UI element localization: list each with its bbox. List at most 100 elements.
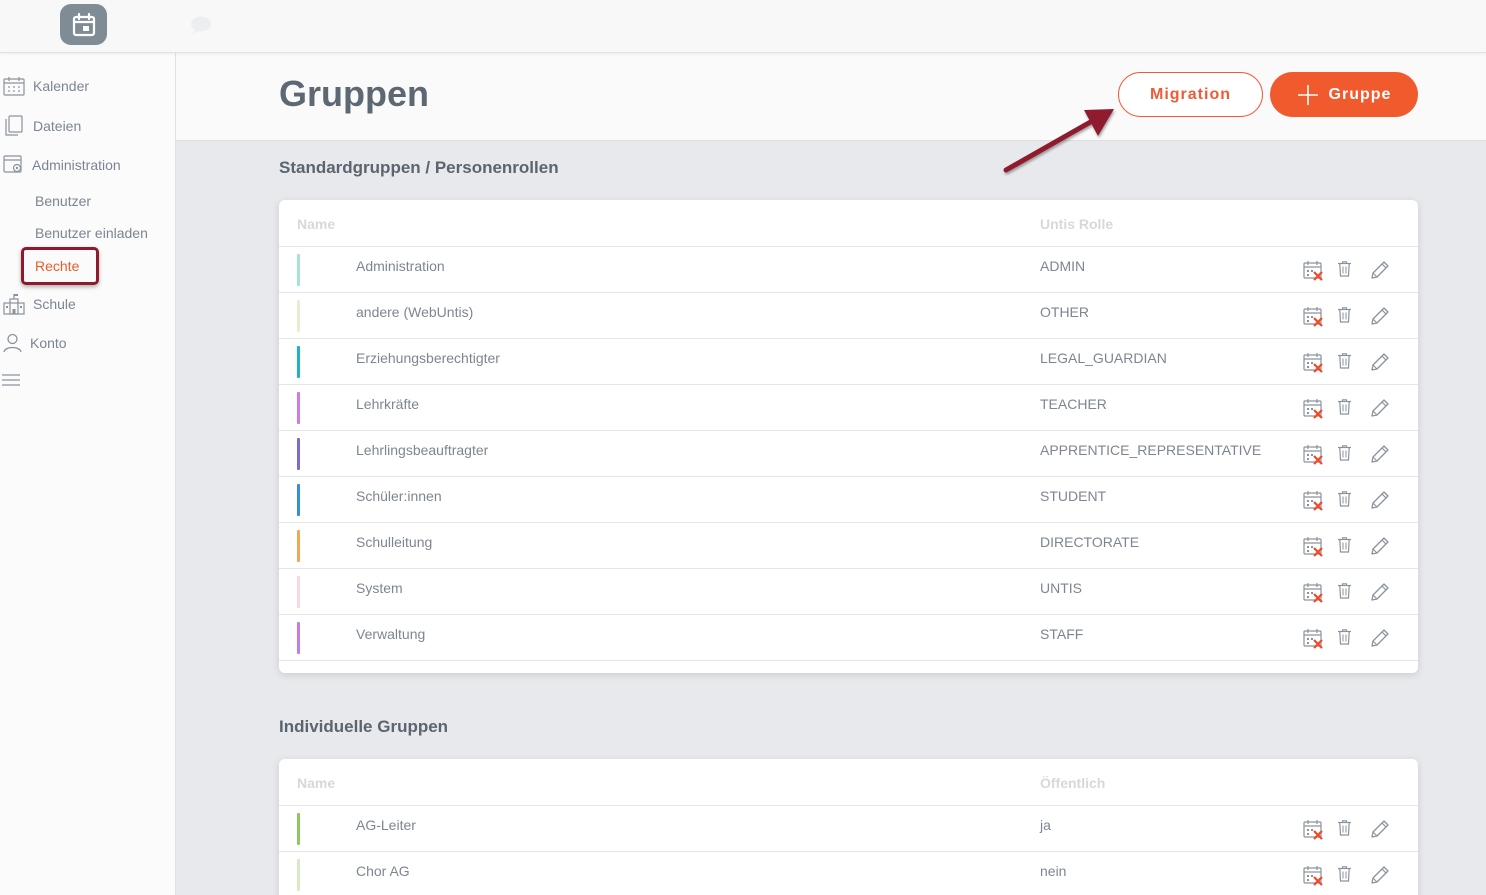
calendar-remove-icon[interactable]: [1303, 352, 1324, 373]
hamburger-icon[interactable]: [2, 374, 20, 386]
group-role: TEACHER: [1040, 396, 1107, 412]
migration-button-label: Migration: [1150, 85, 1231, 103]
trash-icon[interactable]: [1338, 629, 1351, 645]
admin-gear-icon: [3, 155, 22, 173]
sidebar-item-label: Dateien: [33, 117, 82, 134]
speech-bubble-icon[interactable]: [190, 15, 212, 35]
calendar-remove-icon[interactable]: [1303, 444, 1324, 465]
individual-groups-table: Name Öffentlich AG-Leiter ja Chor AG nei…: [279, 759, 1418, 895]
group-role: APPRENTICE_REPRESENTATIVE: [1040, 442, 1262, 458]
calendar-icon: [3, 77, 25, 96]
group-name: Erziehungsberechtigter: [356, 350, 500, 366]
pencil-icon[interactable]: [1370, 819, 1390, 839]
sidebar-item-schule[interactable]: Schule: [3, 293, 76, 315]
calendar-remove-icon[interactable]: [1303, 398, 1324, 419]
table-row[interactable]: Schulleitung DIRECTORATE: [279, 523, 1418, 569]
trash-icon[interactable]: [1338, 445, 1351, 461]
sidebar-subitem-benutzer[interactable]: Benutzer: [35, 193, 91, 209]
table-row[interactable]: Erziehungsberechtigter LEGAL_GUARDIAN: [279, 339, 1418, 385]
pencil-icon[interactable]: [1370, 260, 1390, 280]
plus-icon: [1297, 84, 1318, 105]
column-header-untis-role[interactable]: Untis Rolle: [1040, 216, 1113, 232]
calendar-remove-icon[interactable]: [1303, 536, 1324, 557]
group-color-bar: [297, 484, 300, 516]
pencil-icon[interactable]: [1370, 582, 1390, 602]
annotation-arrow: [1003, 109, 1114, 173]
group-name: Chor AG: [356, 863, 410, 879]
group-color-bar: [297, 392, 300, 424]
calendar-remove-icon[interactable]: [1303, 306, 1324, 327]
group-name: System: [356, 580, 403, 596]
pencil-icon[interactable]: [1370, 444, 1390, 464]
group-color-bar: [297, 530, 300, 562]
table-header: Name Öffentlich: [279, 759, 1418, 806]
standard-groups-title: Standardgruppen / Personenrollen: [279, 158, 559, 177]
sidebar-subitem-rechte[interactable]: Rechte: [35, 258, 79, 274]
group-role: nein: [1040, 863, 1067, 879]
group-role: ADMIN: [1040, 258, 1086, 274]
calendar-remove-icon[interactable]: [1303, 260, 1324, 281]
table-row[interactable]: Lehrlingsbeauftragter APPRENTICE_REPRESE…: [279, 431, 1418, 477]
pencil-icon[interactable]: [1370, 352, 1390, 372]
pencil-icon[interactable]: [1370, 536, 1390, 556]
group-role: LEGAL_GUARDIAN: [1040, 350, 1167, 366]
column-header-name[interactable]: Name: [297, 216, 335, 232]
calendar-remove-icon[interactable]: [1303, 628, 1324, 649]
calendar-remove-icon[interactable]: [1303, 490, 1324, 511]
group-name: Schulleitung: [356, 534, 433, 550]
group-color-bar: [297, 346, 300, 378]
table-row[interactable]: Lehrkräfte TEACHER: [279, 385, 1418, 431]
table-row[interactable]: andere (WebUntis) OTHER: [279, 293, 1418, 339]
group-role: STAFF: [1040, 626, 1084, 642]
pencil-icon[interactable]: [1370, 490, 1390, 510]
trash-icon[interactable]: [1338, 583, 1351, 599]
group-name: Administration: [356, 258, 445, 274]
group-color-bar: [297, 813, 300, 845]
group-role: DIRECTORATE: [1040, 534, 1140, 550]
calendar-remove-icon[interactable]: [1303, 819, 1324, 840]
pencil-icon[interactable]: [1370, 628, 1390, 648]
sidebar-item-label: Schule: [33, 296, 76, 312]
sidebar-item-administration[interactable]: Administration: [3, 154, 121, 175]
pencil-icon[interactable]: [1370, 865, 1390, 885]
sidebar-item-dateien[interactable]: Dateien: [4, 115, 81, 136]
group-name: Verwaltung: [356, 626, 426, 642]
table-row[interactable]: Administration ADMIN: [279, 247, 1418, 293]
group-color-bar: [297, 300, 300, 332]
sidebar-item-label: Administration: [32, 156, 121, 173]
page-header: Gruppen Migration Gruppe: [176, 53, 1486, 141]
calendar-remove-icon[interactable]: [1303, 865, 1324, 886]
table-row[interactable]: Verwaltung STAFF: [279, 615, 1418, 661]
group-role: STUDENT: [1040, 488, 1107, 504]
pencil-icon[interactable]: [1370, 398, 1390, 418]
trash-icon[interactable]: [1338, 491, 1351, 507]
trash-icon[interactable]: [1338, 537, 1351, 553]
trash-icon[interactable]: [1338, 307, 1351, 323]
trash-icon[interactable]: [1338, 399, 1351, 415]
table-row[interactable]: System UNTIS: [279, 569, 1418, 615]
trash-icon[interactable]: [1338, 353, 1351, 369]
column-header-public[interactable]: Öffentlich: [1040, 775, 1105, 791]
column-header-name[interactable]: Name: [297, 775, 335, 791]
group-role: UNTIS: [1040, 580, 1082, 596]
sidebar-item-kalender[interactable]: Kalender: [3, 76, 89, 96]
migration-button[interactable]: Migration: [1118, 72, 1263, 117]
table-row[interactable]: AG-Leiter ja: [279, 806, 1418, 852]
table-row[interactable]: Schüler:innen STUDENT: [279, 477, 1418, 523]
table-row[interactable]: Chor AG nein: [279, 852, 1418, 895]
calendar-remove-icon[interactable]: [1303, 582, 1324, 603]
trash-icon[interactable]: [1338, 820, 1351, 836]
sidebar-subitem-benutzer-einladen[interactable]: Benutzer einladen: [35, 225, 148, 241]
pencil-icon[interactable]: [1370, 306, 1390, 326]
sidebar-item-label: Konto: [30, 335, 67, 351]
files-icon: [5, 115, 23, 136]
top-bar: [0, 0, 1486, 53]
trash-icon[interactable]: [1338, 261, 1351, 277]
add-group-button[interactable]: Gruppe: [1270, 72, 1418, 117]
group-color-bar: [297, 859, 300, 891]
calendar-icon: [72, 12, 95, 36]
app-logo[interactable]: [60, 4, 107, 45]
group-name: andere (WebUntis): [356, 304, 474, 320]
sidebar-item-konto[interactable]: Konto: [3, 333, 67, 353]
trash-icon[interactable]: [1338, 866, 1351, 882]
